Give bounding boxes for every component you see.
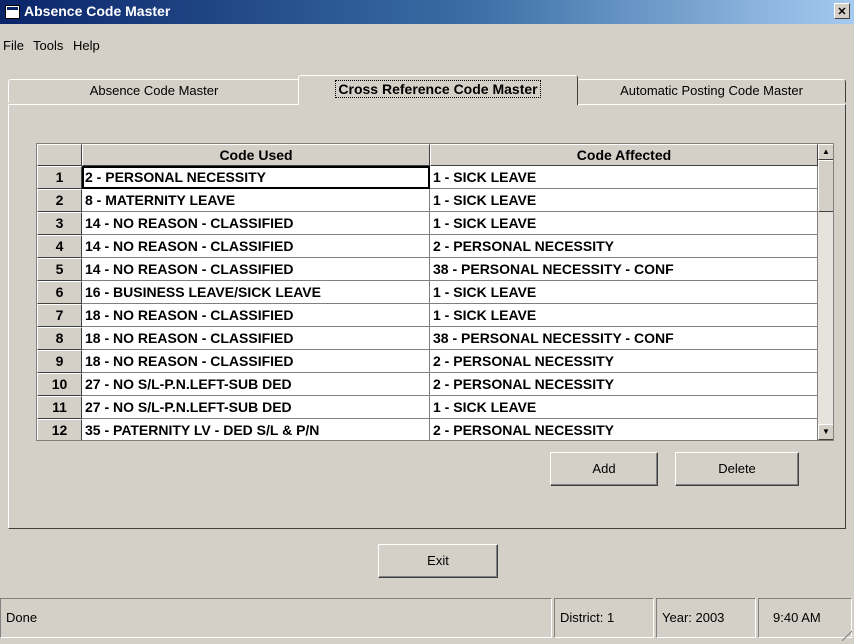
scroll-down-button[interactable]: ▼ (818, 424, 833, 440)
table-row[interactable]: 4 14 - NO REASON - CLASSIFIED 2 - PERSONAL… (37, 235, 818, 258)
row-number[interactable]: 4 (37, 235, 82, 258)
status-year: Year: 2003 (656, 598, 756, 638)
cell-code-used[interactable]: 35 - PATERNITY LV - DED S/L & P/N (82, 419, 430, 440)
row-number[interactable]: 8 (37, 327, 82, 350)
cell-code-used[interactable]: 14 - NO REASON - CLASSIFIED (82, 235, 430, 258)
delete-button[interactable]: Delete (675, 452, 799, 486)
cell-code-affected[interactable]: 1 - SICK LEAVE (430, 166, 818, 189)
menu-file[interactable]: File (3, 38, 24, 53)
cell-code-used[interactable]: 14 - NO REASON - CLASSIFIED (82, 212, 430, 235)
table-row[interactable]: 6 16 - BUSINESS LEAVE/SICK LEAVE 1 - SICK … (37, 281, 818, 304)
vertical-scrollbar[interactable]: ▲ ▼ (818, 144, 833, 440)
tab-automatic-posting-code-master[interactable]: Automatic Posting Code Master (577, 79, 846, 103)
row-number[interactable]: 9 (37, 350, 82, 373)
scroll-up-button[interactable]: ▲ (818, 144, 833, 160)
table-row[interactable]: 8 18 - NO REASON - CLASSIFIED 38 - PERSONA… (37, 327, 818, 350)
cell-code-affected[interactable]: 2 - PERSONAL NECESSITY (430, 373, 818, 396)
status-district: District: 1 (554, 598, 654, 638)
menu-help[interactable]: Help (73, 38, 100, 53)
row-number[interactable]: 12 (37, 419, 82, 440)
cell-code-affected[interactable]: 38 - PERSONAL NECESSITY - CONF (430, 258, 818, 281)
cell-code-used[interactable]: 27 - NO S/L-P.N.LEFT-SUB DED (82, 396, 430, 419)
table-row[interactable]: 5 14 - NO REASON - CLASSIFIED 38 - PERSONA… (37, 258, 818, 281)
tab-label: Absence Code Master (89, 83, 219, 98)
grid-header: Code Used Code Affected (37, 144, 818, 166)
tab-label: Cross Reference Code Master (335, 80, 541, 98)
tab-absence-code-master[interactable]: Absence Code Master (8, 79, 300, 103)
cell-code-used[interactable]: 14 - NO REASON - CLASSIFIED (82, 258, 430, 281)
cell-code-affected[interactable]: 2 - PERSONAL NECESSITY (430, 350, 818, 373)
scroll-down-icon: ▼ (822, 427, 830, 436)
exit-button[interactable]: Exit (378, 544, 498, 578)
cell-code-affected[interactable]: 1 - SICK LEAVE (430, 281, 818, 304)
row-number[interactable]: 10 (37, 373, 82, 396)
close-icon: ✕ (837, 6, 847, 18)
window-title: Absence Code Master (24, 3, 171, 19)
cell-code-used[interactable]: 18 - NO REASON - CLASSIFIED (82, 327, 430, 350)
menu-tools[interactable]: Tools (33, 38, 63, 53)
cell-code-affected[interactable]: 38 - PERSONAL NECESSITY - CONF (430, 327, 818, 350)
row-number[interactable]: 1 (37, 166, 82, 189)
table-row[interactable]: 12 35 - PATERNITY LV - DED S/L & P/N 2 - P… (37, 419, 818, 440)
cell-code-used[interactable]: 18 - NO REASON - CLASSIFIED (82, 304, 430, 327)
app-window-icon[interactable] (5, 5, 20, 19)
row-number[interactable]: 2 (37, 189, 82, 212)
row-number[interactable]: 3 (37, 212, 82, 235)
table-row[interactable]: 28 - MATERNITY LEAVE 1 - SICK LEAVE (37, 189, 818, 212)
row-number[interactable]: 7 (37, 304, 82, 327)
status-time: 9:40 AM (758, 598, 852, 638)
tab-strip: Absence Code Master Cross Reference Code… (0, 75, 854, 105)
tab-label: Automatic Posting Code Master (620, 83, 803, 98)
cell-code-used[interactable]: 18 - NO REASON - CLASSIFIED (82, 350, 430, 373)
cross-reference-grid[interactable]: Code Used Code Affected 12 - PERSONAL NE… (36, 143, 834, 441)
status-bar: Done District: 1 Year: 2003 9:40 AM (0, 598, 854, 644)
column-header-code-affected[interactable]: Code Affected (430, 144, 818, 166)
tab-cross-reference-code-master[interactable]: Cross Reference Code Master (298, 75, 578, 105)
cell-code-affected[interactable]: 2 - PERSONAL NECESSITY (430, 419, 818, 440)
scroll-thumb[interactable] (818, 160, 833, 212)
cell-code-affected[interactable]: 1 - SICK LEAVE (430, 212, 818, 235)
column-header-code-used[interactable]: Code Used (82, 144, 430, 166)
table-row[interactable]: 12 - PERSONAL NECESSITY 1 - SICK LEAVE (37, 166, 818, 189)
table-row[interactable]: 10 27 - NO S/L-P.N.LEFT-SUB DED 2 - PERSON… (37, 373, 818, 396)
cell-code-used[interactable]: 16 - BUSINESS LEAVE/SICK LEAVE (82, 281, 430, 304)
row-number[interactable]: 11 (37, 396, 82, 419)
status-message: Done (0, 598, 552, 638)
grid-corner[interactable] (37, 144, 82, 166)
add-button[interactable]: Add (550, 452, 658, 486)
cell-code-affected[interactable]: 1 - SICK LEAVE (430, 189, 818, 212)
table-row[interactable]: 11 27 - NO S/L-P.N.LEFT-SUB DED 1 - SICK L… (37, 396, 818, 419)
resize-grip-icon[interactable] (842, 631, 852, 641)
cell-code-used[interactable]: 27 - NO S/L-P.N.LEFT-SUB DED (82, 373, 430, 396)
table-row[interactable]: 3 14 - NO REASON - CLASSIFIED 1 - SICK LEA… (37, 212, 818, 235)
close-button[interactable]: ✕ (834, 3, 850, 19)
cell-code-used[interactable]: 2 - PERSONAL NECESSITY (82, 166, 430, 189)
menu-bar: File Tools Help (0, 37, 854, 57)
cell-code-affected[interactable]: 1 - SICK LEAVE (430, 396, 818, 419)
cell-code-affected[interactable]: 1 - SICK LEAVE (430, 304, 818, 327)
table-row[interactable]: 9 18 - NO REASON - CLASSIFIED 2 - PERSONAL… (37, 350, 818, 373)
row-number[interactable]: 5 (37, 258, 82, 281)
scroll-up-icon: ▲ (822, 147, 830, 156)
title-bar: Absence Code Master ✕ (0, 0, 854, 24)
cell-code-used[interactable]: 8 - MATERNITY LEAVE (82, 189, 430, 212)
table-row[interactable]: 7 18 - NO REASON - CLASSIFIED 1 - SICK LEA… (37, 304, 818, 327)
cell-code-affected[interactable]: 2 - PERSONAL NECESSITY (430, 235, 818, 258)
row-number[interactable]: 6 (37, 281, 82, 304)
